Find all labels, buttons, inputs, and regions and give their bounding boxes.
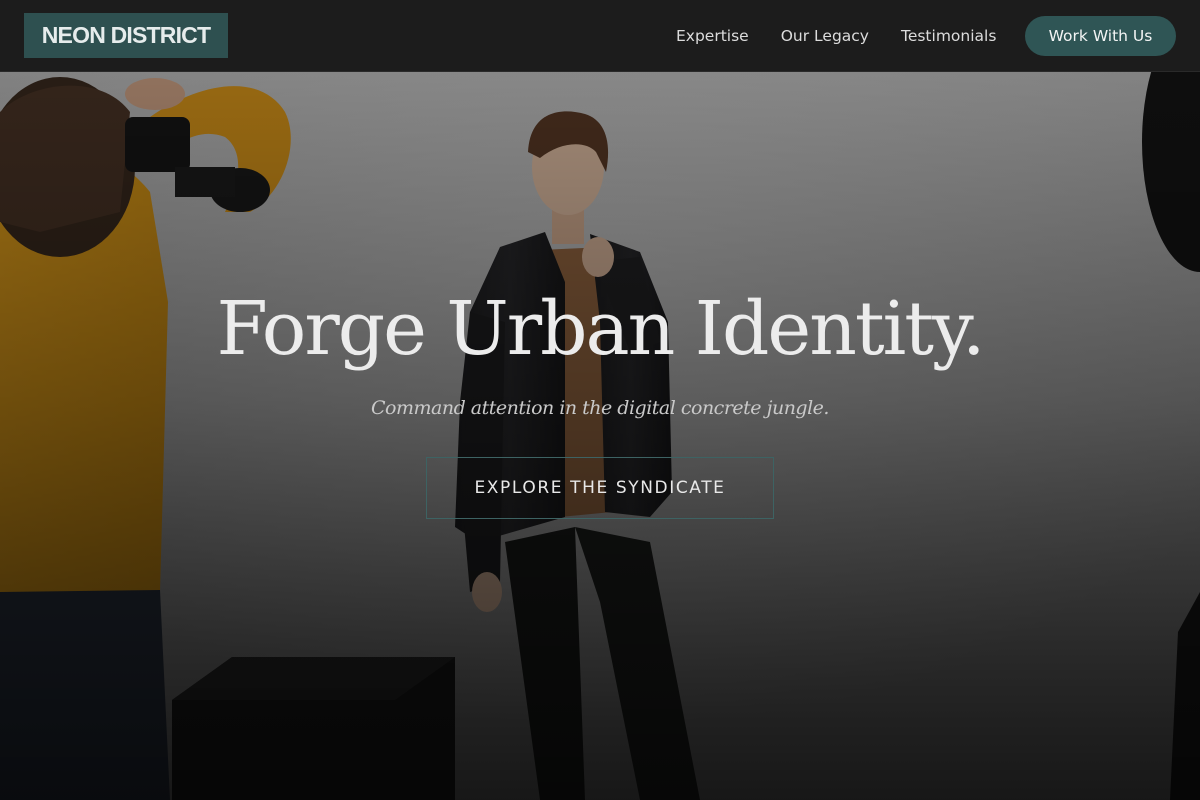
nav-links: Expertise Our Legacy Testimonials: [660, 0, 1012, 72]
nav-link-testimonials[interactable]: Testimonials: [885, 21, 1012, 51]
hero-title: Forge Urban Identity.: [216, 286, 985, 372]
hero-subtitle: Command attention in the digital concret…: [371, 397, 829, 419]
explore-the-syndicate-button[interactable]: EXPLORE THE SYNDICATE: [426, 457, 774, 519]
page: NEON DISTRICT Expertise Our Legacy Testi…: [0, 0, 1200, 800]
hero-dark-overlay: [0, 72, 1200, 800]
nav-link-expertise[interactable]: Expertise: [660, 21, 765, 51]
nav-link-our-legacy[interactable]: Our Legacy: [765, 21, 885, 51]
brand-logo[interactable]: NEON DISTRICT: [24, 13, 228, 58]
work-with-us-button[interactable]: Work With Us: [1025, 16, 1176, 56]
hero-section: Forge Urban Identity. Command attention …: [0, 72, 1200, 800]
top-navbar: NEON DISTRICT Expertise Our Legacy Testi…: [0, 0, 1200, 72]
